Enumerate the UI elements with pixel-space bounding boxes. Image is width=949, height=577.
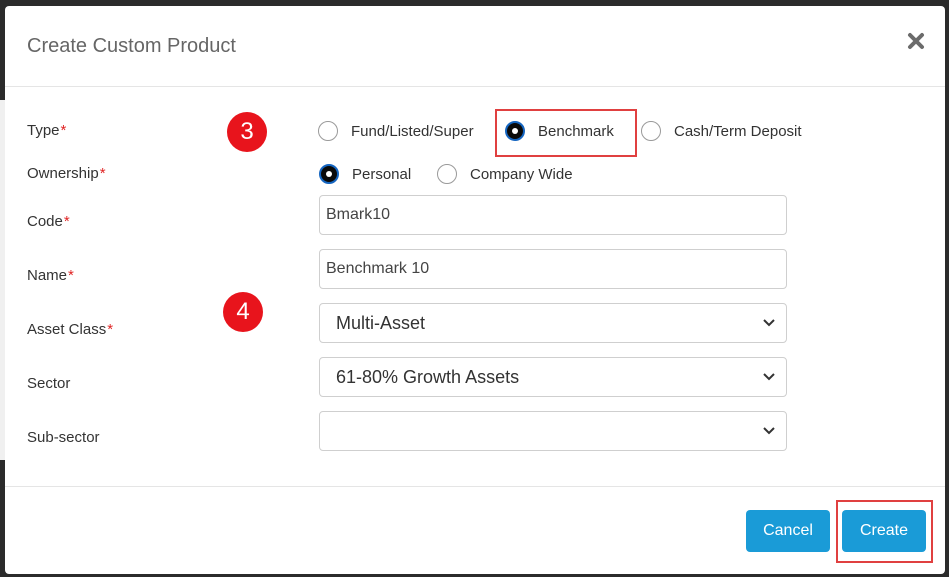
annotation-badge-4: 4	[223, 292, 263, 332]
name-label: Name*	[27, 267, 74, 284]
ownership-label: Ownership*	[27, 165, 106, 182]
sub-sector-select[interactable]	[319, 411, 787, 451]
modal-title: Create Custom Product	[27, 35, 236, 57]
sector-select[interactable]: 61-80% Growth Assets	[319, 357, 787, 397]
code-label: Code*	[27, 213, 70, 230]
radio-button[interactable]	[641, 121, 661, 141]
close-icon	[908, 33, 924, 49]
close-button[interactable]	[905, 30, 927, 52]
name-input[interactable]	[319, 249, 787, 289]
highlight-box-create	[836, 500, 933, 563]
asset-class-label: Asset Class*	[27, 321, 114, 338]
chevron-down-icon	[763, 319, 775, 327]
ownership-option-company-wide[interactable]: Company Wide	[437, 164, 573, 184]
required-marker: *	[60, 122, 67, 139]
type-option-cash-term-deposit[interactable]: Cash/Term Deposit	[641, 121, 802, 141]
asset-class-select[interactable]: Multi-Asset	[319, 303, 787, 343]
sub-sector-label: Sub-sector	[27, 429, 100, 446]
create-custom-product-modal: Create Custom Product Type* 3 Fund/Liste…	[5, 6, 945, 574]
required-marker: *	[63, 213, 70, 230]
footer-divider	[5, 486, 945, 487]
modal-header: Create Custom Product	[5, 6, 945, 87]
radio-button[interactable]	[318, 121, 338, 141]
required-marker: *	[68, 267, 74, 284]
cancel-button[interactable]: Cancel	[746, 510, 830, 552]
type-label: Type*	[27, 122, 67, 139]
annotation-badge-3: 3	[227, 112, 267, 152]
highlight-box-benchmark	[495, 109, 637, 157]
radio-label: Personal	[352, 165, 412, 183]
select-value: 61-80% Growth Assets	[336, 367, 520, 387]
ownership-option-personal[interactable]: Personal	[319, 164, 411, 184]
radio-label: Company Wide	[470, 165, 573, 183]
chevron-down-icon	[763, 427, 775, 435]
type-option-fund-listed-super[interactable]: Fund/Listed/Super	[318, 121, 474, 141]
radio-button-selected[interactable]	[319, 164, 339, 184]
radio-button[interactable]	[437, 164, 457, 184]
sector-label: Sector	[27, 375, 71, 392]
select-value: Multi-Asset	[336, 313, 426, 333]
code-input[interactable]	[319, 195, 787, 235]
radio-label: Fund/Listed/Super	[351, 122, 474, 140]
required-marker: *	[107, 321, 114, 338]
chevron-down-icon	[763, 373, 775, 381]
required-marker: *	[99, 165, 106, 182]
radio-label: Cash/Term Deposit	[674, 122, 802, 140]
